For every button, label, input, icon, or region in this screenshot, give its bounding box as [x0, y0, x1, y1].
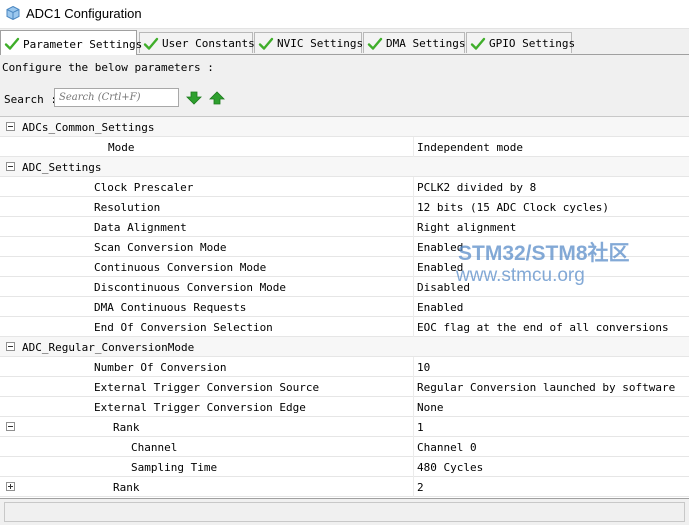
- collapse-toggle-icon[interactable]: [6, 422, 15, 431]
- collapse-toggle-icon[interactable]: [6, 122, 15, 131]
- search-input[interactable]: [54, 88, 179, 107]
- param-label: Data Alignment: [94, 221, 187, 234]
- group-name: ADC_Settings: [22, 161, 102, 174]
- tab-bar: Parameter Settings User Constants NVIC S…: [0, 30, 689, 55]
- tab-label: Parameter Settings: [23, 37, 143, 51]
- tab-label: GPIO Settings: [489, 36, 576, 50]
- param-row[interactable]: DMA Continuous Requests Enabled: [0, 297, 689, 317]
- rank-label: Rank: [113, 421, 140, 434]
- check-icon: [4, 37, 20, 50]
- description-area: [0, 498, 689, 525]
- group-name: ADCs_Common_Settings: [22, 121, 155, 134]
- param-value[interactable]: None: [417, 401, 444, 414]
- param-value[interactable]: 480 Cycles: [417, 461, 483, 474]
- app-cube-icon: [6, 6, 20, 20]
- param-label: Resolution: [94, 201, 161, 214]
- param-row[interactable]: External Trigger Conversion Edge None: [0, 397, 689, 417]
- param-row[interactable]: Sampling Time 480 Cycles: [0, 457, 689, 477]
- description-box: [4, 502, 685, 522]
- window-title: ADC1 Configuration: [26, 6, 142, 21]
- param-value[interactable]: Independent mode: [417, 141, 523, 154]
- param-value[interactable]: EOC flag at the end of all conversions: [417, 321, 669, 334]
- tab-label: NVIC Settings: [277, 36, 364, 50]
- param-label: External Trigger Conversion Source: [94, 381, 320, 394]
- param-row[interactable]: Clock Prescaler PCLK2 divided by 8: [0, 177, 689, 197]
- group-name: ADC_Regular_ConversionMode: [22, 341, 195, 354]
- param-value[interactable]: Enabled: [417, 261, 463, 274]
- group-row[interactable]: ADCs_Common_Settings: [0, 117, 689, 137]
- instruction-text: Configure the below parameters :: [2, 61, 214, 74]
- param-row[interactable]: Data Alignment Right alignment: [0, 217, 689, 237]
- check-icon: [367, 37, 383, 50]
- param-label: Sampling Time: [131, 461, 218, 474]
- tab-nvic-settings[interactable]: NVIC Settings: [254, 32, 364, 53]
- expand-toggle-icon[interactable]: [6, 482, 15, 491]
- param-row[interactable]: Number Of Conversion 10: [0, 357, 689, 377]
- param-row[interactable]: Mode Independent mode: [0, 137, 689, 157]
- rank-value[interactable]: 1: [417, 421, 424, 434]
- rank-label: Rank: [113, 481, 140, 494]
- window-title-bar: ADC1 Configuration: [0, 0, 689, 29]
- param-label: Channel: [131, 441, 178, 454]
- collapse-toggle-icon[interactable]: [6, 342, 15, 351]
- tab-label: User Constants: [162, 36, 255, 50]
- param-label: Clock Prescaler: [94, 181, 194, 194]
- param-value[interactable]: 12 bits (15 ADC Clock cycles): [417, 201, 609, 214]
- param-row[interactable]: Channel Channel 0: [0, 437, 689, 457]
- param-label: DMA Continuous Requests: [94, 301, 247, 314]
- param-label: Number Of Conversion: [94, 361, 227, 374]
- tab-label: DMA Settings: [386, 36, 466, 50]
- param-value[interactable]: Enabled: [417, 241, 463, 254]
- param-row[interactable]: Resolution 12 bits (15 ADC Clock cycles): [0, 197, 689, 217]
- param-label: Continuous Conversion Mode: [94, 261, 267, 274]
- search-label: Search :: [4, 93, 57, 106]
- param-value[interactable]: PCLK2 divided by 8: [417, 181, 536, 194]
- tab-parameter-settings[interactable]: Parameter Settings: [0, 30, 142, 55]
- group-row[interactable]: ADC_Regular_ConversionMode: [0, 337, 689, 357]
- parameter-table: ADCs_Common_Settings Mode Independent mo…: [0, 116, 689, 499]
- param-value[interactable]: Regular Conversion launched by software: [417, 381, 675, 394]
- param-label: External Trigger Conversion Edge: [94, 401, 306, 414]
- rank-row[interactable]: Rank 1: [0, 417, 689, 437]
- check-icon: [258, 37, 274, 50]
- param-row[interactable]: Continuous Conversion Mode Enabled: [0, 257, 689, 277]
- group-row[interactable]: ADC_Settings: [0, 157, 689, 177]
- check-icon: [470, 37, 486, 50]
- param-value[interactable]: Enabled: [417, 301, 463, 314]
- param-value[interactable]: Channel 0: [417, 441, 477, 454]
- arrow-down-icon[interactable]: [186, 91, 202, 105]
- param-label: Mode: [108, 141, 135, 154]
- arrow-up-icon[interactable]: [209, 91, 225, 105]
- parameter-settings-panel: Configure the below parameters : Search …: [0, 55, 689, 499]
- collapse-toggle-icon[interactable]: [6, 162, 15, 171]
- param-label: Discontinuous Conversion Mode: [94, 281, 287, 294]
- param-value[interactable]: Disabled: [417, 281, 470, 294]
- tab-dma-settings[interactable]: DMA Settings: [363, 32, 465, 53]
- rank-row[interactable]: Rank 2: [0, 477, 689, 497]
- param-row[interactable]: External Trigger Conversion Source Regul…: [0, 377, 689, 397]
- rank-value[interactable]: 2: [417, 481, 424, 494]
- param-row[interactable]: Scan Conversion Mode Enabled: [0, 237, 689, 257]
- param-label: Scan Conversion Mode: [94, 241, 227, 254]
- tab-user-constants[interactable]: User Constants: [139, 32, 255, 53]
- param-value[interactable]: 10: [417, 361, 430, 374]
- param-row[interactable]: Discontinuous Conversion Mode Disabled: [0, 277, 689, 297]
- param-label: End Of Conversion Selection: [94, 321, 273, 334]
- param-row[interactable]: End Of Conversion Selection EOC flag at …: [0, 317, 689, 337]
- tab-gpio-settings[interactable]: GPIO Settings: [466, 32, 576, 53]
- check-icon: [143, 37, 159, 50]
- param-value[interactable]: Right alignment: [417, 221, 516, 234]
